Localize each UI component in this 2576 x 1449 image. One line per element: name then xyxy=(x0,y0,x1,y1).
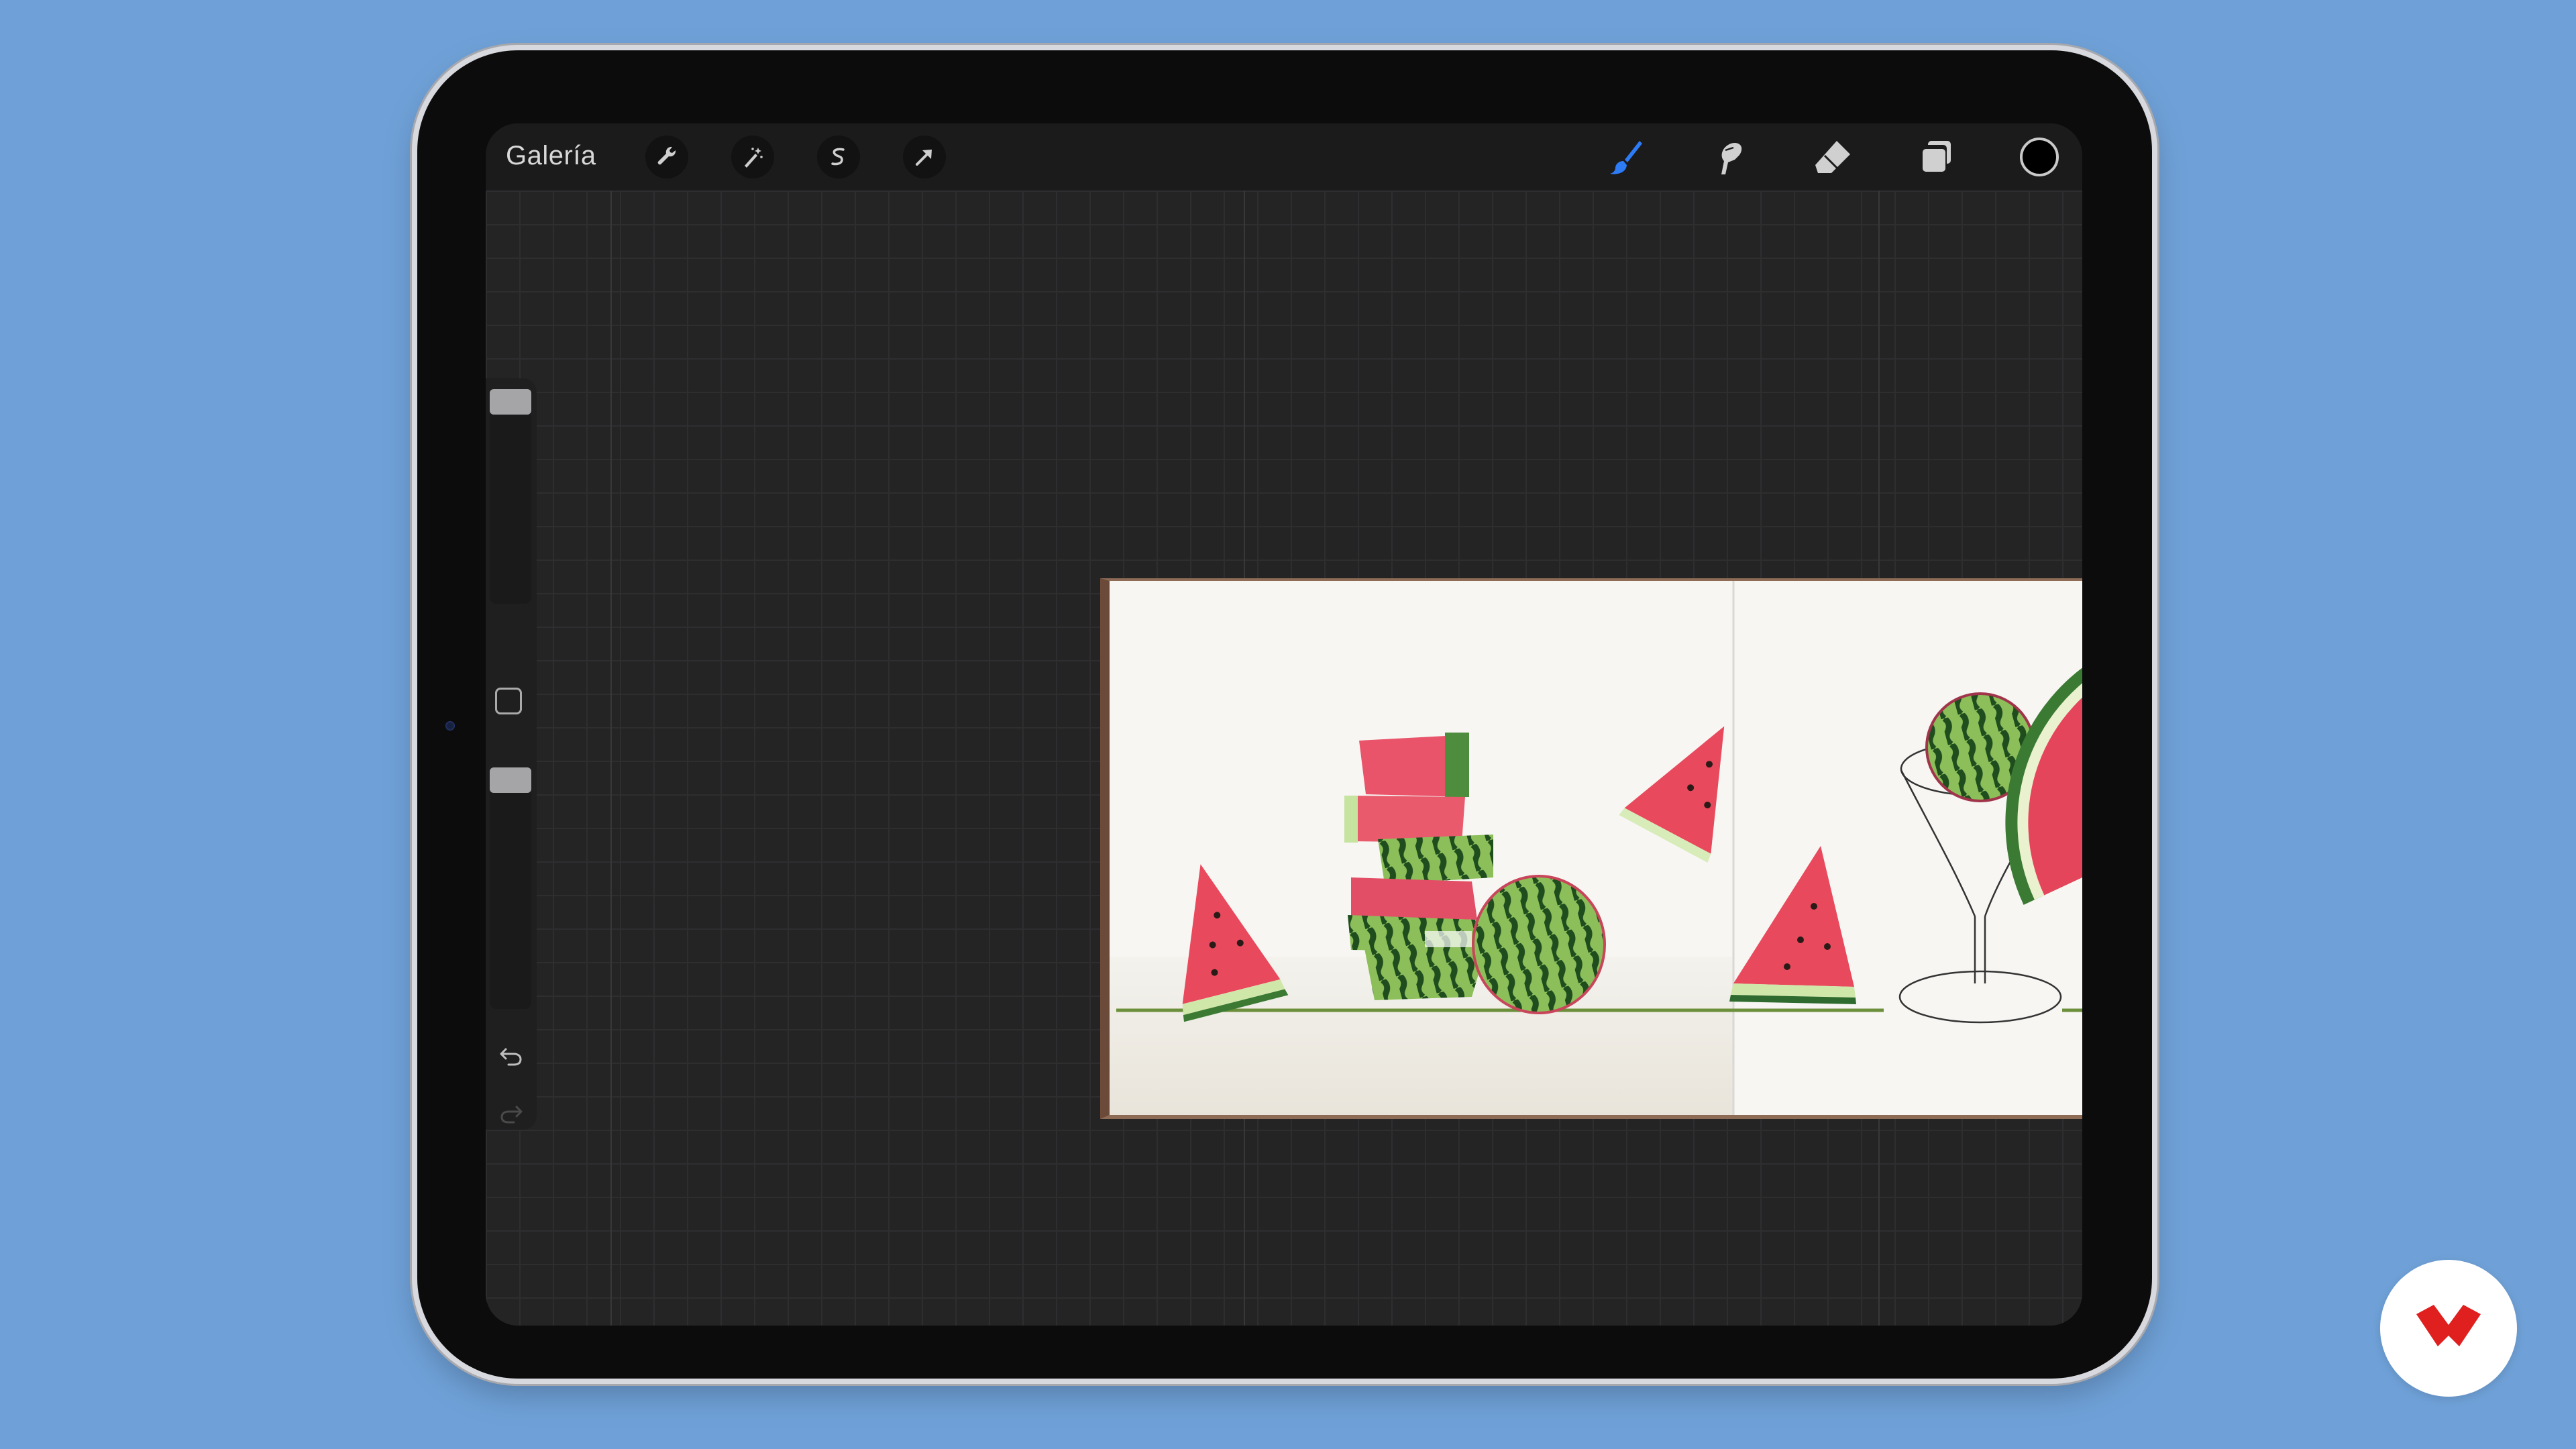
watermelon-collage xyxy=(1110,581,2082,1115)
redo-button[interactable] xyxy=(492,1097,530,1131)
transform-button[interactable] xyxy=(903,136,946,178)
brush-icon xyxy=(1610,141,1642,174)
current-color-circle xyxy=(2020,138,2059,176)
actions-button[interactable] xyxy=(645,136,688,178)
eraser-button[interactable] xyxy=(1811,136,1854,178)
top-toolbar: Galería xyxy=(486,123,2082,191)
front-camera xyxy=(445,721,455,731)
smudge-icon xyxy=(1721,143,1742,174)
magic-wand-icon xyxy=(745,148,763,168)
eraser-icon xyxy=(1815,141,1850,173)
brush-size-slider[interactable] xyxy=(490,389,531,604)
adjustments-button[interactable] xyxy=(731,136,774,178)
color-swatch[interactable] xyxy=(2018,136,2061,178)
brand-logo xyxy=(2380,1260,2517,1397)
undo-button[interactable] xyxy=(492,1040,530,1073)
undo-icon xyxy=(500,1048,522,1066)
transform-arrow-icon xyxy=(916,150,932,166)
layers-button[interactable] xyxy=(1915,136,1957,178)
layers-icon xyxy=(1923,141,1951,172)
procreate-screen: Galería xyxy=(486,123,2082,1326)
ipad-top-button-1 xyxy=(557,43,617,50)
watermelon-slice-center xyxy=(1729,846,1856,1004)
gallery-button[interactable]: Galería xyxy=(506,141,596,171)
ipad-top-button-2 xyxy=(637,43,698,50)
canvas-artwork[interactable] xyxy=(1100,578,2082,1119)
opacity-slider[interactable] xyxy=(490,767,531,1009)
selection-button[interactable] xyxy=(817,136,860,178)
opacity-thumb[interactable] xyxy=(490,767,531,793)
selection-icon xyxy=(831,148,845,166)
brush-button[interactable] xyxy=(1605,136,1648,178)
wrench-icon xyxy=(657,146,676,165)
redo-icon xyxy=(500,1106,523,1124)
ipad-side-button xyxy=(411,148,417,268)
modify-square-icon[interactable] xyxy=(495,688,522,714)
watermelon-slice-top-center xyxy=(1619,726,1725,863)
guide-line-left xyxy=(610,191,612,1326)
left-sidebar xyxy=(486,378,537,1130)
smudge-button[interactable] xyxy=(1708,136,1751,178)
whole-watermelon-left xyxy=(1472,875,1606,1014)
brand-logo-mark-icon xyxy=(2416,1305,2481,1346)
brush-size-thumb[interactable] xyxy=(490,389,531,415)
